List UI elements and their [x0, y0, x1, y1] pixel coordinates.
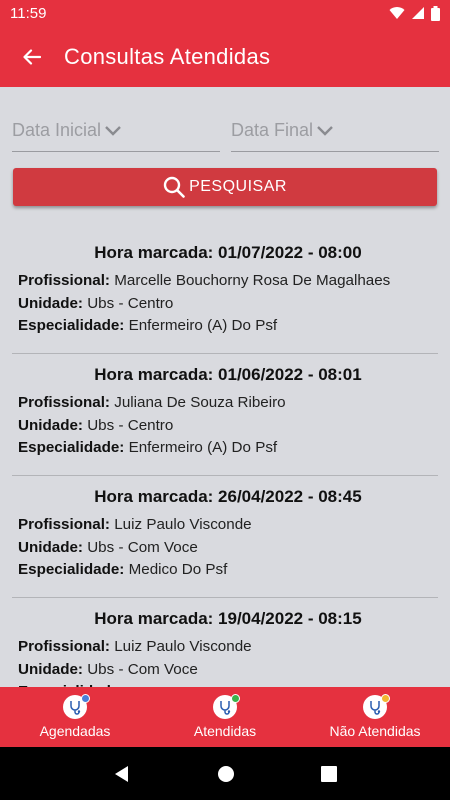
app-bar: Consultas Atendidas: [0, 26, 450, 87]
search-icon: [163, 176, 185, 198]
specialty-value: Enfermeiro (A) Do Psf: [128, 317, 278, 334]
specialty-value: Medico Do Psf: [128, 561, 228, 578]
professional-row: Profissional: Marcelle Bouchorny Rosa De…: [18, 270, 438, 293]
unit-value: Ubs - Centro: [87, 416, 174, 434]
specialty-label: Especialidade:: [18, 439, 125, 456]
unit-value: Ubs - Com Voce: [87, 660, 198, 678]
status-icons: [389, 5, 440, 21]
nav-label: Não Atendidas: [329, 723, 421, 739]
nav-item-nao-atendidas[interactable]: Não Atendidas: [300, 687, 450, 747]
professional-value: Juliana De Souza Ribeiro: [114, 394, 286, 411]
end-date-label: Data Final: [231, 120, 314, 140]
unit-label: Unidade:: [18, 660, 83, 678]
specialty-label: Especialidade:: [18, 561, 125, 578]
professional-value: Luiz Paulo Visconde: [114, 516, 252, 533]
stethoscope-icon: [63, 694, 90, 719]
professional-value: Luiz Paulo Visconde: [114, 638, 252, 655]
specialty-label: Especialidade:: [18, 317, 125, 334]
recents-square-icon[interactable]: [321, 765, 337, 782]
badge-dot: [81, 694, 90, 703]
badge-dot: [231, 694, 240, 703]
professional-label: Profissional:: [18, 638, 110, 655]
home-circle-icon[interactable]: [217, 765, 235, 783]
stethoscope-icon: [363, 694, 390, 719]
status-bar: 11:59: [0, 0, 450, 26]
nav-item-agendadas[interactable]: Agendadas: [0, 687, 150, 747]
professional-row: Profissional: Luiz Paulo Visconde: [18, 636, 438, 659]
search-button-label: PESQUISAR: [189, 178, 287, 195]
stethoscope-icon: [213, 694, 240, 719]
professional-label: Profissional:: [18, 394, 110, 411]
specialty-value: Enfermeiro (A) Do Psf: [128, 439, 278, 456]
appointment-time: Hora marcada: 26/04/2022 - 08:45: [94, 487, 362, 506]
professional-label: Profissional:: [18, 272, 110, 289]
appointment-list[interactable]: Hora marcada: 01/07/2022 - 08:00 Profiss…: [0, 232, 450, 687]
back-button[interactable]: [0, 26, 64, 87]
nav-label: Atendidas: [193, 723, 257, 739]
end-date-dropdown[interactable]: Data Final: [231, 110, 439, 152]
professional-row: Profissional: Juliana De Souza Ribeiro: [18, 392, 438, 415]
unit-row: Unidade: Ubs - Centro: [18, 293, 438, 316]
professional-row: Profissional: Luiz Paulo Visconde: [18, 514, 438, 537]
appointment-time: Hora marcada: 01/06/2022 - 08:01: [94, 365, 362, 384]
specialty-row: Especialidade: Enfermeiro (A) Do Psf: [18, 315, 438, 338]
appointment-card[interactable]: Hora marcada: 19/04/2022 - 08:15 Profiss…: [12, 598, 438, 687]
unit-row: Unidade: Ubs - Com Voce: [18, 659, 438, 682]
specialty-row: Especialidade: Medico Do Psf: [18, 559, 438, 582]
appointment-card[interactable]: Hora marcada: 01/06/2022 - 08:01 Profiss…: [12, 354, 438, 476]
wifi-icon: [389, 7, 405, 20]
unit-row: Unidade: Ubs - Com Voce: [18, 537, 438, 560]
nav-item-atendidas[interactable]: Atendidas: [150, 687, 300, 747]
specialty-row: Especialidade: Enfermeiro (A) Do Psf: [18, 437, 438, 460]
badge-dot: [381, 694, 390, 703]
unit-label: Unidade:: [18, 416, 83, 434]
chevron-down-icon: [317, 125, 333, 136]
professional-label: Profissional:: [18, 516, 110, 533]
battery-icon: [431, 5, 440, 21]
appointment-time: Hora marcada: 19/04/2022 - 08:15: [94, 609, 362, 628]
unit-label: Unidade:: [18, 538, 83, 556]
unit-row: Unidade: Ubs - Centro: [18, 415, 438, 438]
date-filters: Data Inicial Data Final: [0, 100, 450, 154]
professional-value: Marcelle Bouchorny Rosa De Magalhaes: [114, 272, 391, 289]
appointment-card[interactable]: Hora marcada: 01/07/2022 - 08:00 Profiss…: [12, 232, 438, 354]
back-triangle-icon[interactable]: [113, 765, 131, 783]
chevron-down-icon: [105, 125, 121, 136]
page-title: Consultas Atendidas: [64, 43, 271, 69]
nav-label: Agendadas: [39, 723, 111, 739]
status-time: 11:59: [10, 4, 47, 22]
start-date-label: Data Inicial: [12, 120, 102, 140]
arrow-left-icon: [23, 48, 41, 65]
bottom-navigation: Agendadas Atendidas Não Atendidas: [0, 687, 450, 747]
appointment-time: Hora marcada: 01/07/2022 - 08:00: [94, 243, 362, 262]
signal-icon: [412, 7, 424, 19]
start-date-dropdown[interactable]: Data Inicial: [12, 110, 220, 152]
search-button[interactable]: PESQUISAR: [13, 168, 437, 206]
unit-value: Ubs - Centro: [87, 294, 174, 312]
unit-label: Unidade:: [18, 294, 83, 312]
appointment-card[interactable]: Hora marcada: 26/04/2022 - 08:45 Profiss…: [12, 476, 438, 598]
unit-value: Ubs - Com Voce: [87, 538, 198, 556]
system-navigation-bar: [0, 747, 450, 800]
